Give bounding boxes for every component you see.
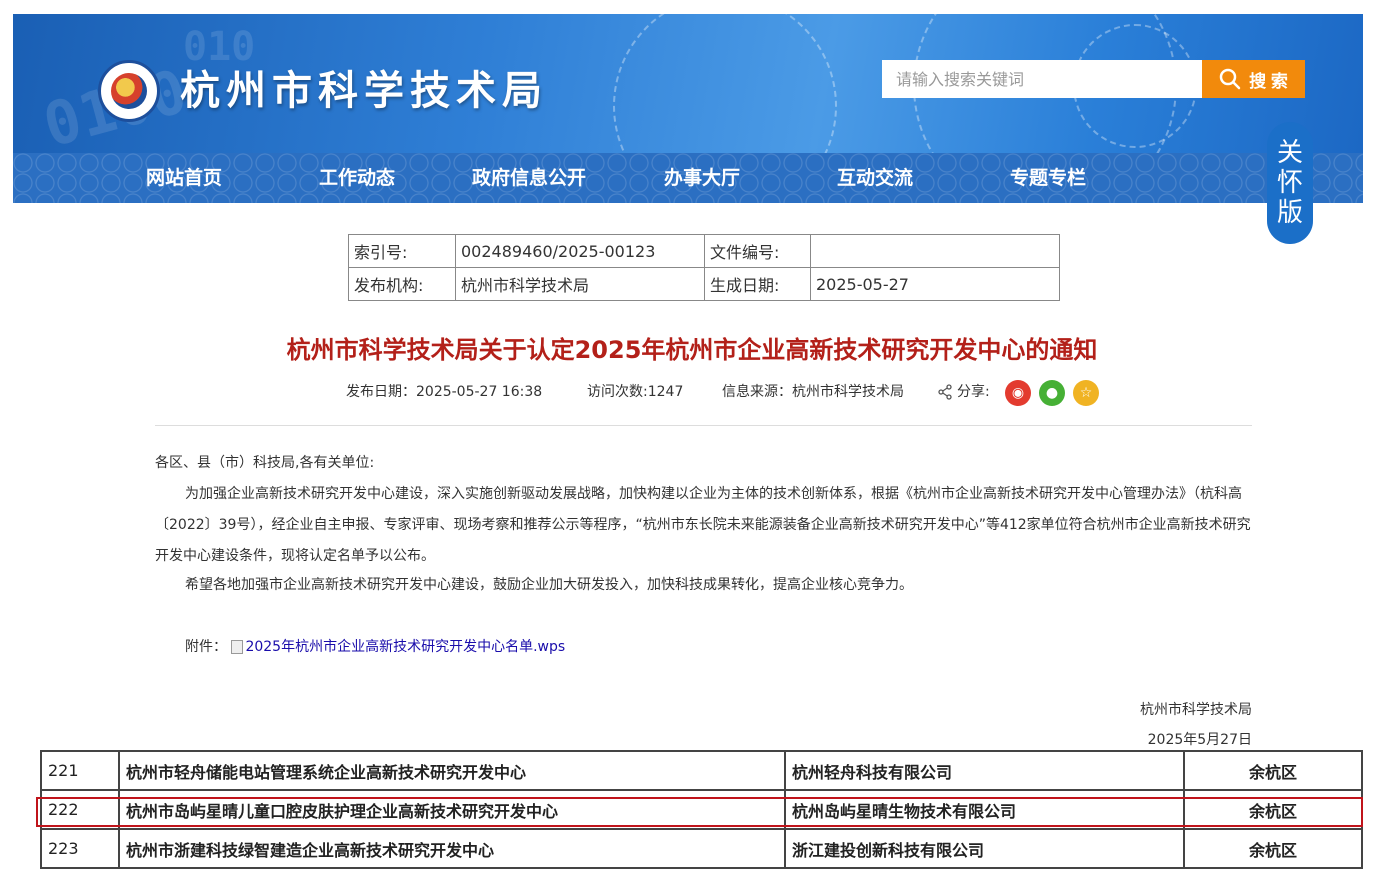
attachment-link[interactable]: 2025年杭州市企业高新技术研究开发中心名单.wps [245,639,565,655]
info-source: 信息来源：杭州市科学技术局 [722,384,904,400]
signature: 杭州市科学技术局 [1140,702,1252,718]
visit-count: 访问次数:1247 [587,384,684,400]
meta-index-label: 索引号: [348,234,456,268]
bureau-logo[interactable] [98,60,160,122]
table-row: 221 杭州市轻舟储能电站管理系统企业高新技术研究开发中心 杭州轻舟科技有限公司… [40,750,1363,791]
salutation: 各区、县（市）科技局,各有关单位: [155,455,375,471]
document-meta-table: 索引号: 002489460/2025-00123 文件编号: 发布机构: 杭州… [348,234,1060,301]
meta-date-value: 2025-05-27 [810,267,1060,301]
body-paragraph-1: 为加强企业高新技术研究开发中心建设，深入实施创新驱动发展战略，加快构建以企业为主… [155,486,1251,564]
publish-date: 发布日期：2025-05-27 16:38 [346,384,543,400]
meta-publisher-label: 发布机构: [348,267,456,301]
meta-date-label: 生成日期: [704,267,811,301]
wechat-icon[interactable]: ● [1039,380,1065,406]
search-input[interactable] [882,60,1202,98]
site-title: 杭州市科学技术局 [180,68,548,114]
care-mode-char: 关 [1276,138,1303,168]
center-name: 杭州市轻舟储能电站管理系统企业高新技术研究开发中心 [118,750,786,791]
star-icon[interactable]: ☆ [1073,380,1099,406]
attachment-label: 附件： [185,639,227,655]
body-paragraph-2: 希望各地加强市企业高新技术研究开发中心建设，鼓励企业加大研发投入，加快科技成果转… [185,577,913,593]
care-mode-button[interactable]: 关 怀 版 [1267,122,1313,244]
nav-item-interaction[interactable]: 互动交流 [837,153,913,203]
nav-item-work-news[interactable]: 工作动态 [319,153,395,203]
search-button[interactable]: 搜 索 [1202,60,1305,98]
nav-item-special-topics[interactable]: 专题专栏 [1010,153,1086,203]
company-name: 浙江建投创新科技有限公司 [784,828,1185,869]
table-row: 222 杭州市岛屿星晴儿童口腔皮肤护理企业高新技术研究开发中心 杭州岛屿星晴生物… [40,789,1363,830]
center-name: 杭州市岛屿星晴儿童口腔皮肤护理企业高新技术研究开发中心 [118,789,786,830]
company-name: 杭州岛屿星晴生物技术有限公司 [784,789,1185,830]
sign-date: 2025年5月27日 [1147,732,1252,748]
meta-docno-label: 文件编号: [704,234,811,268]
district: 余杭区 [1183,789,1363,830]
main-nav: 网站首页 工作动态 政府信息公开 办事大厅 互动交流 专题专栏 [13,153,1363,203]
row-number: 221 [40,750,120,791]
meta-index-value: 002489460/2025-00123 [455,234,705,268]
center-name: 杭州市浙建科技绿智建造企业高新技术研究开发中心 [118,828,786,869]
nav-item-gov-info[interactable]: 政府信息公开 [472,153,586,203]
search-icon [1219,68,1241,90]
divider [155,425,1252,426]
row-number: 223 [40,828,120,869]
attachment-line: 附件： 2025年杭州市企业高新技术研究开发中心名单.wps [185,636,565,656]
meta-docno-value [810,234,1060,268]
file-icon [231,640,244,654]
nav-item-service-hall[interactable]: 办事大厅 [664,153,740,203]
article-title: 杭州市科学技术局关于认定2025年杭州市企业高新技术研究开发中心的通知 [286,336,1098,364]
row-number: 222 [40,789,120,830]
center-list-table: 221 杭州市轻舟储能电站管理系统企业高新技术研究开发中心 杭州轻舟科技有限公司… [40,750,1363,869]
weibo-icon[interactable]: ◉ [1005,380,1031,406]
district: 余杭区 [1183,750,1363,791]
district: 余杭区 [1183,828,1363,869]
care-mode-char: 版 [1276,198,1303,228]
table-row: 223 杭州市浙建科技绿智建造企业高新技术研究开发中心 浙江建投创新科技有限公司… [40,828,1363,869]
nav-item-home[interactable]: 网站首页 [146,153,222,203]
company-name: 杭州轻舟科技有限公司 [784,750,1185,791]
meta-publisher-value: 杭州市科学技术局 [455,267,705,301]
share-icon [938,384,952,400]
search-button-label: 搜 索 [1249,71,1288,91]
care-mode-char: 怀 [1276,168,1303,198]
share-label: 分享: [957,384,990,400]
